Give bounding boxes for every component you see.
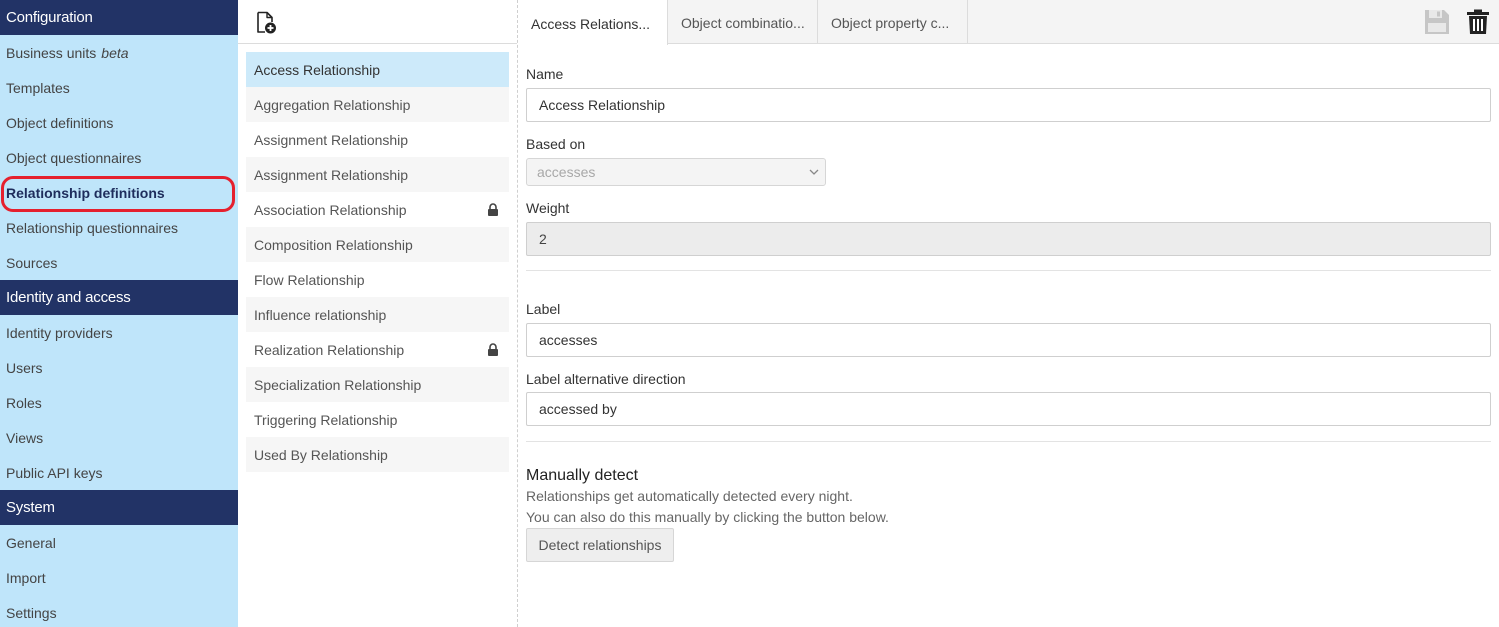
list-toolbar [238,0,517,44]
list-item-label: Specialization Relationship [254,376,422,393]
sidebar-item-general[interactable]: General [0,525,238,560]
list-item[interactable]: Assignment Relationship [246,157,509,192]
sidebar-item-templates[interactable]: Templates [0,70,238,105]
list-item[interactable]: Specialization Relationship [246,367,509,402]
detail-panel: Access Relations... Object combinatio...… [518,0,1499,627]
sidebar: Configuration Business units beta Templates… [0,0,238,627]
detect-help-text-1: Relationships get automatically detected… [526,488,853,504]
sidebar-item-label: Identity providers [6,324,113,341]
list-item[interactable]: Association Relationship [246,192,509,227]
sidebar-item-label: Users [6,359,43,376]
manually-detect-heading: Manually detect [526,467,639,484]
sidebar-item-label: Roles [6,394,42,411]
sidebar-item-settings[interactable]: Settings [0,595,238,627]
sidebar-item-identity-providers[interactable]: Identity providers [0,315,238,350]
sidebar-item-roles[interactable]: Roles [0,385,238,420]
list-item-label: Triggering Relationship [254,411,398,428]
list-item[interactable]: Triggering Relationship [246,402,509,437]
list-item-label: Aggregation Relationship [254,96,411,113]
sidebar-item-object-questionnaires[interactable]: Object questionnaires [0,140,238,175]
list-item-label: Flow Relationship [254,271,365,288]
list-item[interactable]: Assignment Relationship [246,122,509,157]
sidebar-item-object-definitions[interactable]: Object definitions [0,105,238,140]
tab-object-combinations[interactable]: Object combinatio... [668,0,818,44]
sidebar-item-label: Templates [6,79,70,96]
list-item-label: Assignment Relationship [254,131,409,148]
sidebar-item-label: Public API keys [6,464,103,481]
trash-icon[interactable] [1466,9,1490,35]
label-label: Label [526,301,561,317]
chevron-down-icon [809,169,819,175]
lock-icon [488,203,498,216]
sidebar-item-label: Object questionnaires [6,149,142,166]
sidebar-item-label: Views [6,429,44,446]
based-on-select: accesses [526,158,826,186]
label-alternative-direction-input[interactable]: accessed by [526,392,1491,426]
sidebar-item-relationship-definitions[interactable]: Relationship definitions [0,175,238,212]
list-item-label: Access Relationship [254,61,381,78]
name-input[interactable]: Access Relationship [526,88,1491,122]
relationship-list-panel: Access Relationship Aggregation Relations… [238,0,518,627]
sidebar-section-system: System [0,490,238,525]
list-item[interactable]: Aggregation Relationship [246,87,509,122]
add-document-icon[interactable] [254,11,278,35]
sidebar-item-label: Sources [6,254,58,271]
list-item[interactable]: Used By Relationship [246,437,509,472]
tab-access-relationship[interactable]: Access Relations... [518,0,668,45]
list-item[interactable]: Realization Relationship [246,332,509,367]
based-on-value: accesses [537,164,596,180]
sidebar-item-label: Import [6,569,46,586]
list-item-label: Realization Relationship [254,341,405,358]
sidebar-section-identity-and-access: Identity and access [0,280,238,315]
sidebar-item-business-units[interactable]: Business units beta [0,35,238,70]
weight-input: 2 [526,222,1491,256]
sidebar-item-label: Business units [6,44,97,61]
divider [526,270,1491,271]
lock-icon [488,343,498,356]
list-item-label: Assignment Relationship [254,166,409,183]
label-input[interactable]: accesses [526,323,1491,357]
detect-relationships-button[interactable]: Detect relationships [526,528,674,562]
sidebar-item-label: Relationship definitions [6,184,165,201]
sidebar-item-label: Object definitions [6,114,114,131]
detect-help-text-2: You can also do this manually by clickin… [526,509,889,525]
name-label: Name [526,66,564,82]
tab-object-property-conditions[interactable]: Object property c... [818,0,968,44]
sidebar-item-import[interactable]: Import [0,560,238,595]
save-icon[interactable] [1424,9,1450,35]
weight-label: Weight [526,200,570,216]
list-item-label: Influence relationship [254,306,387,323]
list-item-label: Composition Relationship [254,236,413,253]
label-alternative-direction-label: Label alternative direction [526,371,686,387]
list-item[interactable]: Access Relationship [246,52,509,87]
list-item-label: Association Relationship [254,201,407,218]
sidebar-item-relationship-questionnaires[interactable]: Relationship questionnaires [0,210,238,245]
beta-tag: beta [101,44,129,61]
sidebar-item-label: Relationship questionnaires [6,219,178,236]
sidebar-item-sources[interactable]: Sources [0,245,238,280]
relationship-list: Access Relationship Aggregation Relations… [246,52,509,472]
sidebar-item-label: General [6,534,56,551]
sidebar-item-users[interactable]: Users [0,350,238,385]
list-item-label: Used By Relationship [254,446,388,463]
list-item[interactable]: Influence relationship [246,297,509,332]
divider [526,441,1491,442]
based-on-label: Based on [526,136,586,152]
sidebar-item-views[interactable]: Views [0,420,238,455]
tab-bar: Access Relations... Object combinatio...… [518,0,1499,45]
sidebar-section-configuration: Configuration [0,0,238,35]
list-item[interactable]: Composition Relationship [246,227,509,262]
sidebar-item-public-api-keys[interactable]: Public API keys [0,455,238,490]
list-item[interactable]: Flow Relationship [246,262,509,297]
sidebar-item-label: Settings [6,604,57,621]
